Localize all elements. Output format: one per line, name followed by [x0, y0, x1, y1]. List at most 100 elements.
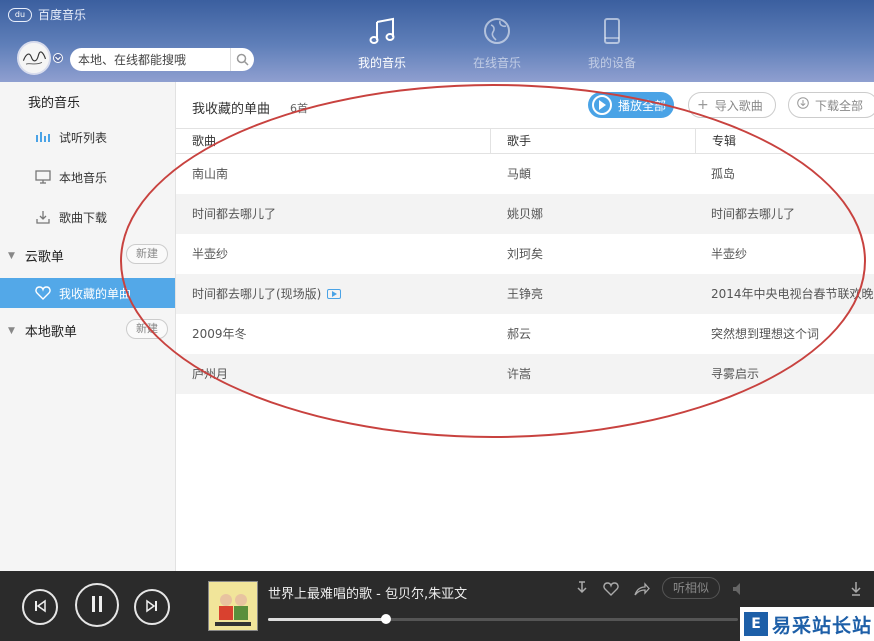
- watermark: E 易采站长站: [740, 607, 874, 641]
- import-songs-button[interactable]: + 导入歌曲: [688, 92, 776, 118]
- album-cell[interactable]: 突然想到理想这个词: [711, 314, 874, 354]
- progress-knob[interactable]: [380, 614, 391, 624]
- song-count: 6首: [290, 102, 308, 115]
- download-icon: [797, 97, 809, 113]
- sidebar-group-cloud-playlists[interactable]: ▼ 云歌单: [8, 246, 64, 265]
- artist-cell[interactable]: 许嵩: [507, 354, 692, 394]
- previous-icon: [33, 599, 47, 616]
- listen-similar-button[interactable]: 听相似: [662, 577, 720, 599]
- monitor-icon: [34, 170, 52, 184]
- song-cell: 2009年冬: [192, 314, 488, 354]
- song-title[interactable]: 庐州月: [192, 367, 228, 381]
- song-cell: 庐州月: [192, 354, 488, 394]
- download-icon[interactable]: [572, 579, 592, 599]
- song-title[interactable]: 2009年冬: [192, 327, 247, 341]
- table-row[interactable]: 2009年冬 郝云 突然想到理想这个词: [176, 314, 874, 354]
- album-cell[interactable]: 时间都去哪儿了: [711, 194, 874, 234]
- play-icon: [592, 95, 612, 115]
- sidebar-item-label: 试听列表: [59, 130, 108, 145]
- artist-cell[interactable]: 马頔: [507, 154, 692, 194]
- watermark-text: 易采站长站: [772, 614, 873, 637]
- avatar-dropdown-icon[interactable]: [52, 53, 66, 65]
- song-cell: 南山南: [192, 154, 488, 194]
- song-title[interactable]: 时间都去哪儿了: [192, 207, 276, 221]
- song-title[interactable]: 南山南: [192, 167, 228, 181]
- watermark-logo-icon: E: [744, 612, 768, 636]
- sidebar-item-label: 我收藏的单曲: [59, 286, 132, 301]
- tab-my-devices[interactable]: 我的设备: [577, 14, 647, 74]
- song-title[interactable]: 时间都去哪儿了(现场版): [192, 287, 321, 301]
- sidebar-group-label: 本地歌单: [24, 325, 77, 340]
- sidebar-item-label: 歌曲下载: [59, 210, 108, 225]
- song-title[interactable]: 半壶纱: [192, 247, 228, 261]
- song-cell: 半壶纱: [192, 234, 488, 274]
- app-logo: du 百度音乐: [8, 6, 86, 23]
- search-input[interactable]: [78, 52, 228, 67]
- table-row[interactable]: 半壶纱 刘珂矣 半壶纱: [176, 234, 874, 274]
- new-local-playlist-button[interactable]: 新建: [126, 319, 168, 339]
- progress-bar[interactable]: [268, 614, 738, 624]
- artist-cell[interactable]: 姚贝娜: [507, 194, 692, 234]
- tab-online-music[interactable]: 在线音乐: [462, 14, 532, 74]
- search-icon[interactable]: [230, 48, 254, 71]
- avatar[interactable]: [17, 41, 51, 75]
- sidebar-heading-my-music[interactable]: 我的音乐: [28, 92, 80, 111]
- collapse-icon[interactable]: [846, 579, 866, 599]
- equalizer-icon: [34, 132, 52, 142]
- sidebar-item-trial-list[interactable]: 试听列表: [0, 122, 175, 152]
- volume-icon[interactable]: [728, 579, 748, 599]
- album-cell[interactable]: 2014年中央电视台春节联欢晚会: [711, 274, 874, 314]
- tab-my-devices-label: 我的设备: [587, 56, 636, 70]
- caret-down-icon: ▼: [8, 325, 15, 336]
- artist-cell[interactable]: 刘珂矣: [507, 234, 692, 274]
- sidebar-group-label: 云歌单: [24, 250, 64, 265]
- new-cloud-playlist-button[interactable]: 新建: [126, 244, 168, 264]
- album-cell[interactable]: 孤岛: [711, 154, 874, 194]
- play-all-button[interactable]: 播放全部: [588, 92, 674, 118]
- album-cell[interactable]: 半壶纱: [711, 234, 874, 274]
- album-cell[interactable]: 寻雾启示: [711, 354, 874, 394]
- plus-icon: +: [697, 97, 709, 113]
- column-header-song[interactable]: 歌曲: [176, 129, 490, 153]
- download-all-button[interactable]: 下载全部: [788, 92, 874, 118]
- next-button[interactable]: [134, 589, 170, 625]
- page-title: 我收藏的单曲: [192, 102, 271, 117]
- heart-icon[interactable]: [601, 579, 621, 599]
- baidu-music-logo-icon: du: [8, 7, 32, 22]
- table-row[interactable]: 南山南 马頔 孤岛: [176, 154, 874, 194]
- table-header: 歌曲 歌手 专辑: [176, 128, 874, 154]
- column-header-album[interactable]: 专辑: [695, 129, 874, 153]
- pause-icon: [90, 595, 104, 616]
- sidebar-group-local-playlists[interactable]: ▼ 本地歌单: [8, 321, 77, 340]
- tab-my-music-label: 我的音乐: [357, 56, 406, 70]
- album-cover[interactable]: [208, 581, 258, 631]
- artist-cell[interactable]: 郝云: [507, 314, 692, 354]
- song-cell: 时间都去哪儿了(现场版): [192, 274, 488, 314]
- sidebar-item-label: 本地音乐: [59, 170, 108, 185]
- sidebar-item-local-music[interactable]: 本地音乐: [0, 162, 175, 192]
- previous-button[interactable]: [22, 589, 58, 625]
- share-icon[interactable]: [632, 579, 652, 599]
- progress-fill: [268, 618, 386, 621]
- sidebar-item-downloads[interactable]: 歌曲下载: [0, 202, 175, 232]
- phone-icon: [577, 14, 647, 48]
- heart-icon: [34, 286, 52, 300]
- pause-button[interactable]: [75, 583, 119, 627]
- mv-icon[interactable]: [327, 288, 342, 299]
- search-box: [70, 48, 254, 71]
- sidebar: 我的音乐 试听列表 本地音乐 歌曲下载 ▼ 云歌单 新建 我收藏的单曲 ▼ 本地…: [0, 82, 176, 571]
- next-icon: [145, 599, 159, 616]
- artist-cell[interactable]: 王铮亮: [507, 274, 692, 314]
- table-row[interactable]: 庐州月 许嵩 寻雾启示: [176, 354, 874, 394]
- tab-online-music-label: 在线音乐: [472, 56, 521, 70]
- download-icon: [34, 210, 52, 224]
- sidebar-item-favorites[interactable]: 我收藏的单曲: [0, 278, 175, 308]
- play-all-label: 播放全部: [618, 98, 667, 113]
- main-content: 我收藏的单曲 6首 播放全部 + 导入歌曲 下载全部 歌曲 歌手 专辑 南山南 马…: [176, 82, 874, 571]
- table-row[interactable]: 时间都去哪儿了(现场版) 王铮亮 2014年中央电视台春节联欢晚会: [176, 274, 874, 314]
- column-header-artist[interactable]: 歌手: [490, 129, 695, 153]
- table-row[interactable]: 时间都去哪儿了 姚贝娜 时间都去哪儿了: [176, 194, 874, 234]
- app-header: du 百度音乐 我的音乐 在线音乐 我的设备: [0, 0, 874, 82]
- tab-my-music[interactable]: 我的音乐: [347, 14, 417, 74]
- app-title: 百度音乐: [38, 8, 87, 22]
